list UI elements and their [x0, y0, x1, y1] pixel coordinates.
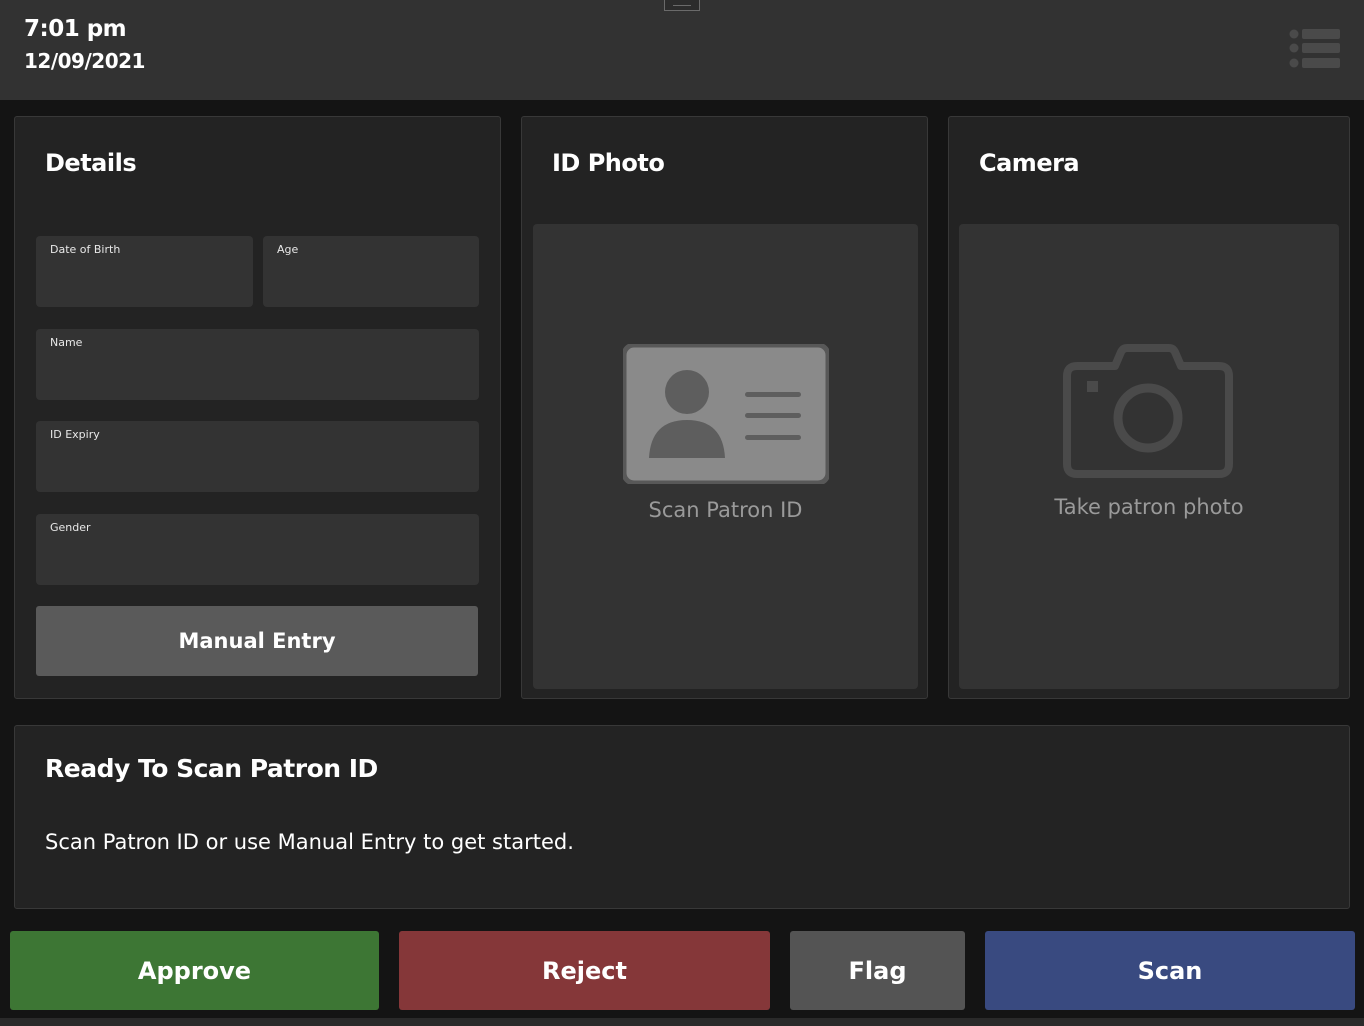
gender-field[interactable]: Gender — [36, 514, 479, 585]
clock-time: 7:01 pm — [24, 16, 127, 42]
scan-patron-id-caption: Scan Patron ID — [648, 498, 803, 522]
top-bar: 7:01 pm 12/09/2021 — [0, 0, 1364, 100]
camera-title: Camera — [979, 149, 1080, 177]
camera-area[interactable]: Take patron photo — [959, 224, 1339, 689]
drag-handle[interactable] — [664, 0, 700, 11]
id-expiry-field[interactable]: ID Expiry — [36, 421, 479, 492]
reject-button[interactable]: Reject — [399, 931, 770, 1010]
bottom-strip — [0, 1018, 1364, 1026]
status-message: Scan Patron ID or use Manual Entry to ge… — [45, 830, 574, 854]
name-field[interactable]: Name — [36, 329, 479, 400]
manual-entry-button[interactable]: Manual Entry — [36, 606, 478, 676]
id-photo-area[interactable]: Scan Patron ID — [533, 224, 918, 689]
dob-label: Date of Birth — [50, 243, 121, 256]
status-title: Ready To Scan Patron ID — [45, 754, 378, 783]
camera-icon — [1063, 344, 1233, 478]
clock-date: 12/09/2021 — [24, 49, 145, 73]
scan-button[interactable]: Scan — [985, 931, 1355, 1010]
take-patron-photo-caption: Take patron photo — [1054, 495, 1244, 519]
age-field[interactable]: Age — [263, 236, 479, 307]
dob-field[interactable]: Date of Birth — [36, 236, 253, 307]
camera-panel: Camera Take patron photo — [948, 116, 1350, 699]
id-photo-title: ID Photo — [552, 149, 665, 177]
id-card-icon — [623, 344, 829, 484]
list-menu-icon[interactable] — [1288, 28, 1340, 70]
name-label: Name — [50, 336, 83, 349]
gender-label: Gender — [50, 521, 91, 534]
details-title: Details — [45, 149, 137, 177]
status-panel: Ready To Scan Patron ID Scan Patron ID o… — [14, 725, 1350, 909]
flag-button[interactable]: Flag — [790, 931, 965, 1010]
approve-button[interactable]: Approve — [10, 931, 379, 1010]
id-photo-panel: ID Photo Scan Patron ID — [521, 116, 928, 699]
age-label: Age — [277, 243, 299, 256]
id-expiry-label: ID Expiry — [50, 428, 100, 441]
